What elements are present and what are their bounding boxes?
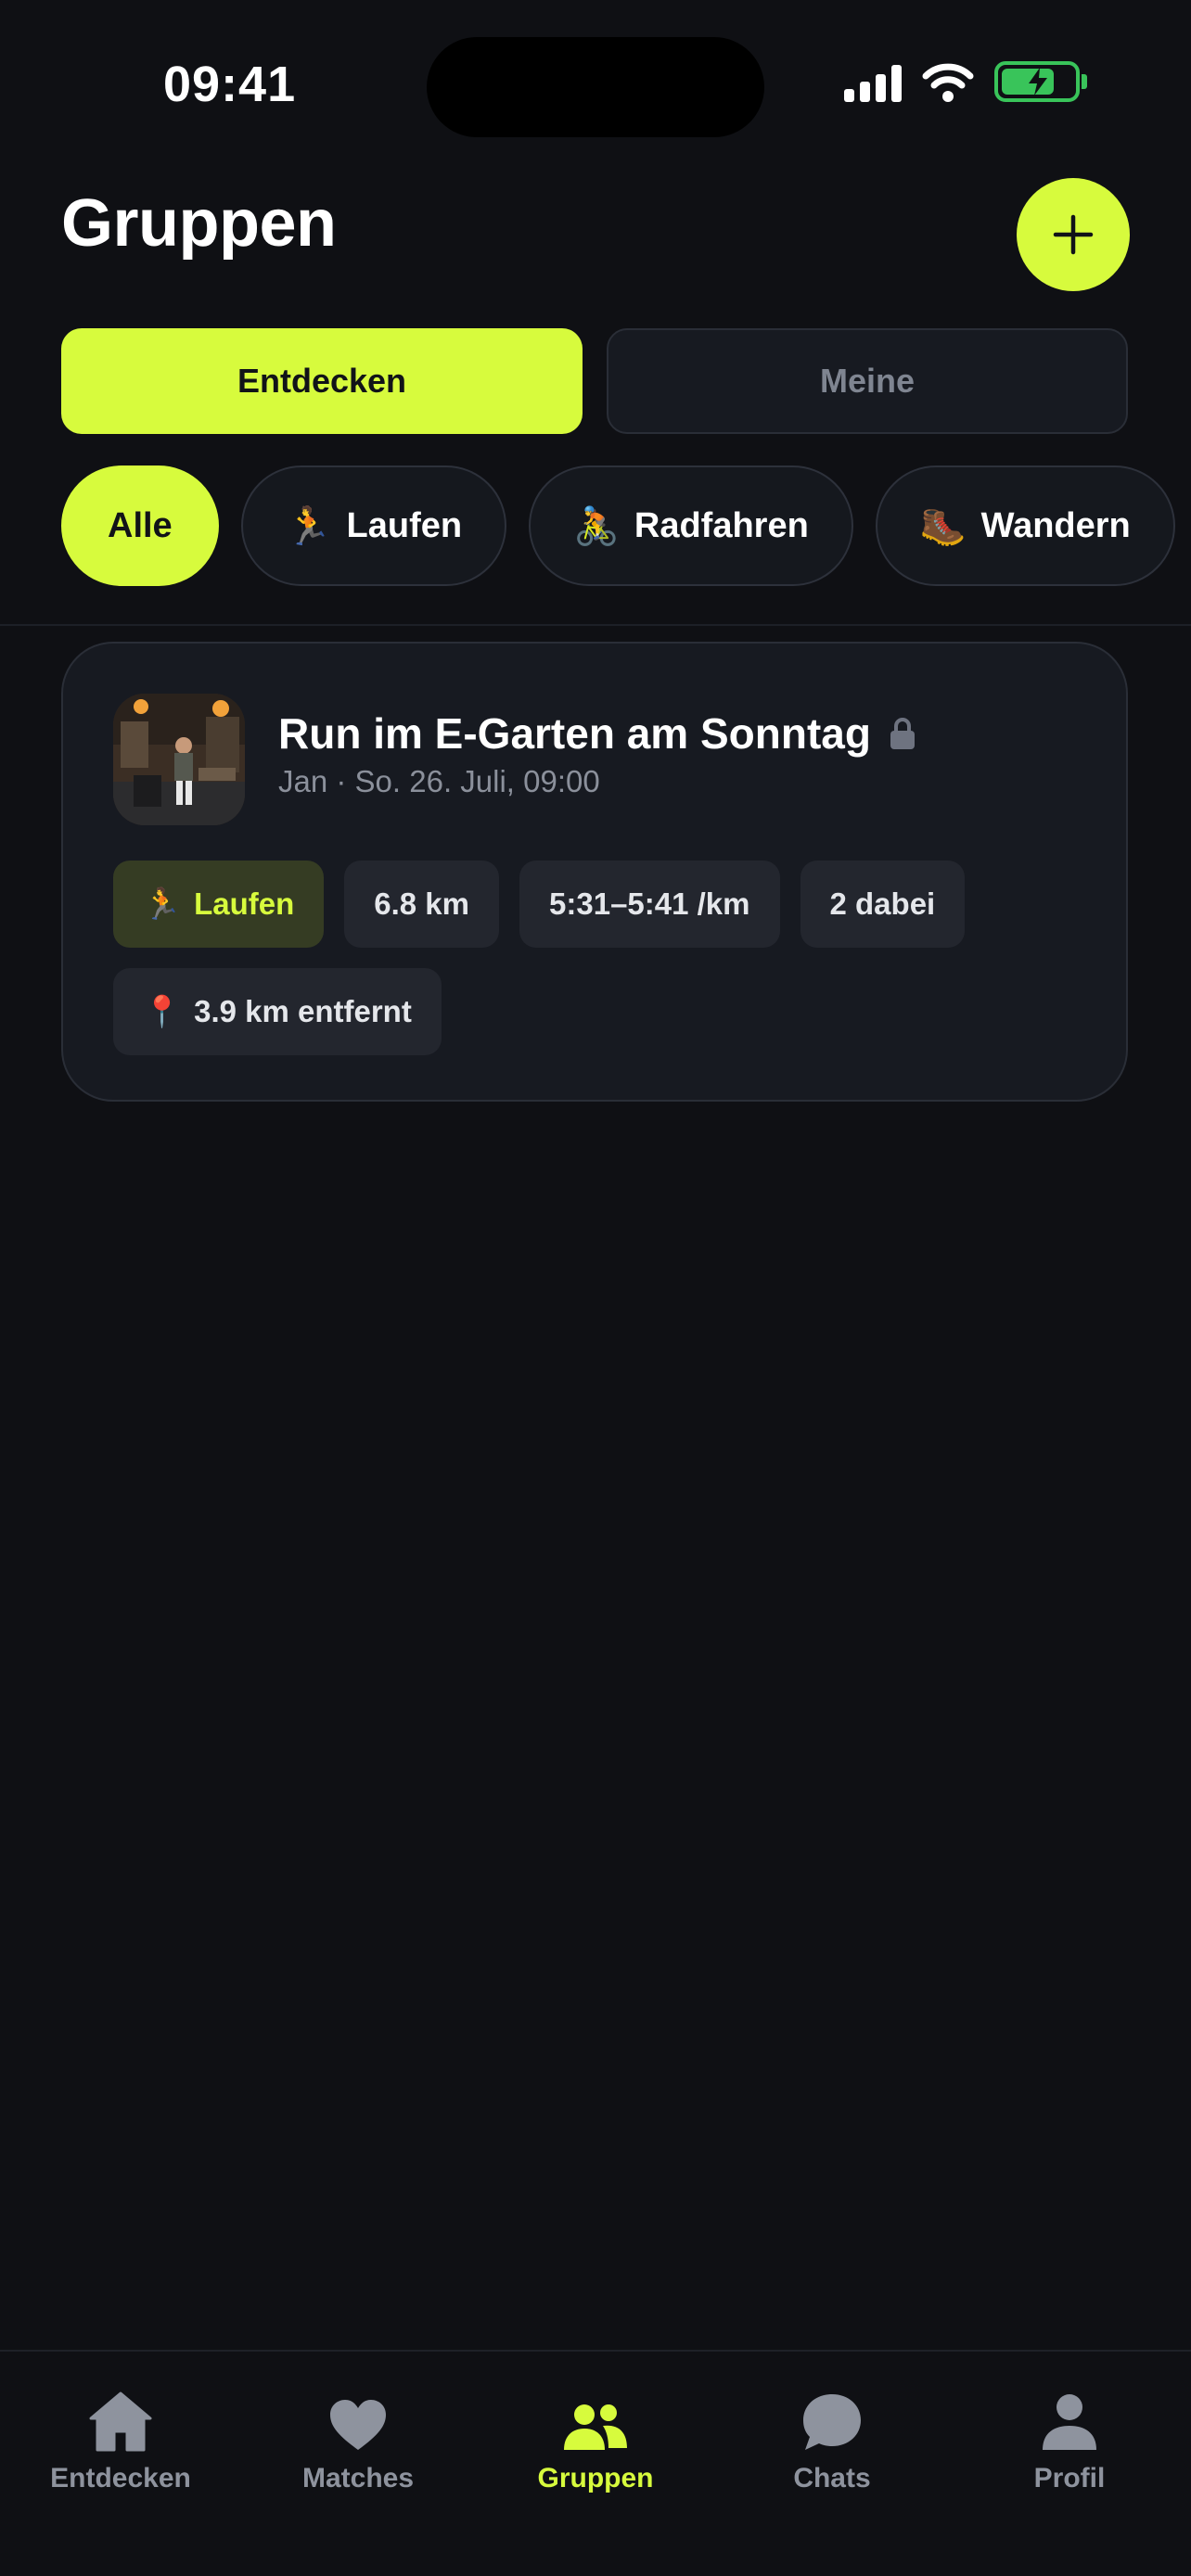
nav-label: Entdecken — [50, 2463, 191, 2493]
filter-chip-running[interactable]: 🏃 Laufen — [240, 465, 507, 586]
sport-tag: 🏃 Laufen — [113, 861, 325, 948]
home-icon — [89, 2391, 152, 2452]
person-icon — [1043, 2394, 1096, 2450]
groups-screen: 09:41 Gruppen Entdecken Meine Alle 🏃 Lau… — [0, 0, 1191, 2576]
running-icon: 🏃 — [285, 505, 332, 547]
distance-tag: 6.8 km — [344, 861, 500, 948]
filter-chip-label: Wandern — [980, 505, 1131, 545]
tab-mine[interactable]: Meine — [607, 328, 1128, 434]
filter-chip-cycling[interactable]: 🚴 Radfahren — [529, 465, 853, 586]
cycling-icon: 🚴 — [573, 505, 620, 547]
status-time: 09:41 — [163, 57, 297, 112]
filter-chip-hiking[interactable]: 🥾 Wandern — [875, 465, 1175, 586]
sport-tag-label: Laufen — [194, 886, 295, 921]
location-tag-label: 3.9 km entfernt — [194, 994, 412, 1028]
wifi-icon — [922, 63, 974, 102]
bottom-nav: Entdecken Matches Gruppen Chats Profil — [0, 2350, 1191, 2576]
filter-chip-label: Radfahren — [634, 505, 809, 545]
nav-label: Chats — [793, 2463, 871, 2493]
nav-label: Gruppen — [537, 2463, 654, 2493]
status-icons — [844, 61, 1087, 102]
group-title-row: Run im E-Garten am Sonntag — [278, 708, 916, 759]
filter-chip-all[interactable]: Alle — [61, 465, 219, 586]
page-title: Gruppen — [61, 186, 337, 261]
filter-chip-label: Alle — [108, 505, 173, 545]
group-subtitle: Jan · So. 26. Juli, 09:00 — [278, 764, 600, 798]
group-card[interactable]: Run im E-Garten am Sonntag Jan · So. 26.… — [61, 642, 1128, 1102]
location-tag: 📍 3.9 km entfernt — [113, 968, 442, 1055]
group-title: Run im E-Garten am Sonntag — [278, 709, 871, 758]
location-pin-icon: 📍 — [143, 993, 182, 1028]
nav-item-discover[interactable]: Entdecken — [28, 2383, 213, 2494]
lock-icon — [890, 718, 915, 749]
group-icon — [564, 2404, 627, 2450]
participants-tag: 2 dabei — [800, 861, 966, 948]
hiking-boot-icon: 🥾 — [919, 505, 967, 547]
group-tags: 🏃 Laufen 6.8 km 5:31–5:41 /km 2 dabei 📍 … — [113, 861, 1078, 1055]
heart-icon — [330, 2400, 386, 2450]
running-icon: 🏃 — [143, 886, 182, 921]
nav-label: Matches — [301, 2463, 415, 2493]
nav-item-profile[interactable]: Profil — [977, 2383, 1162, 2494]
sport-filter-chips: Alle 🏃 Laufen 🚴 Radfahren 🥾 Wandern — [61, 465, 1175, 586]
tab-discover[interactable]: Entdecken — [61, 328, 583, 434]
nav-label: Profil — [1033, 2463, 1106, 2493]
chat-bubble-icon — [803, 2394, 861, 2450]
create-group-button[interactable] — [1017, 178, 1130, 291]
cellular-signal-icon — [844, 65, 902, 102]
battery-icon — [994, 61, 1087, 102]
status-bar: 09:41 — [0, 0, 1191, 139]
nav-item-matches[interactable]: Matches — [265, 2383, 451, 2494]
filter-chip-label: Laufen — [346, 505, 463, 545]
nav-item-groups[interactable]: Gruppen — [503, 2383, 688, 2494]
divider — [0, 624, 1191, 626]
dynamic-island — [427, 37, 764, 137]
plus-icon — [1053, 214, 1094, 255]
pace-tag: 5:31–5:41 /km — [519, 861, 780, 948]
nav-item-chats[interactable]: Chats — [739, 2383, 925, 2494]
group-thumbnail — [113, 694, 245, 825]
